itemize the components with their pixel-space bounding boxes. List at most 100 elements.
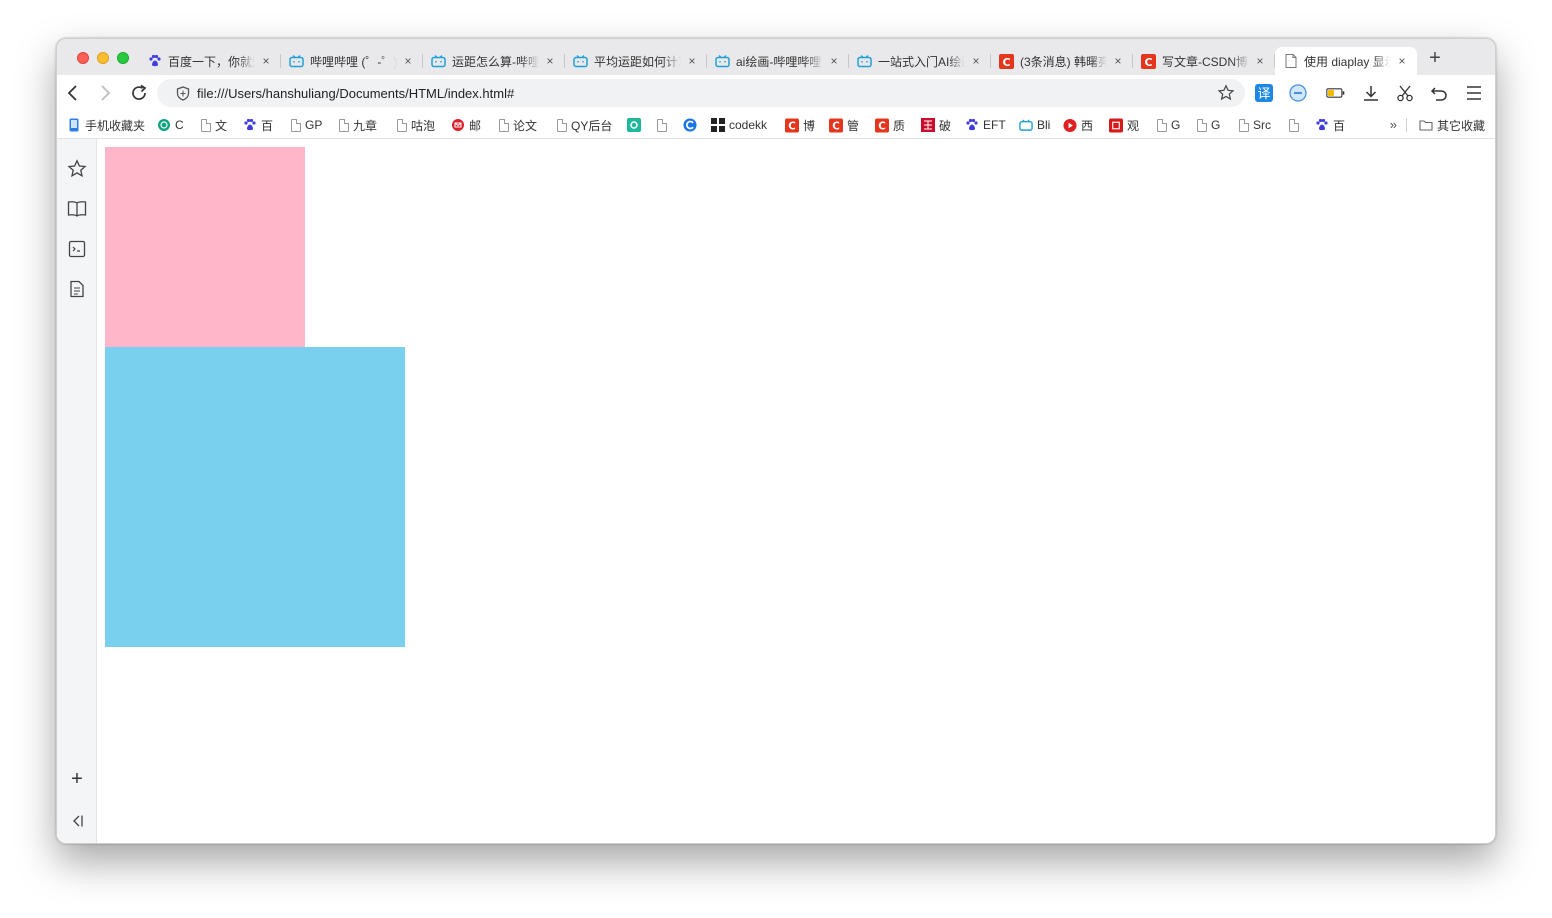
bookmark-label: G — [1171, 118, 1181, 132]
bookmark-label: GP — [305, 118, 323, 132]
tab-5[interactable]: 一站式入门AI绘画 × — [849, 47, 991, 75]
close-tab-icon[interactable]: × — [1395, 54, 1409, 68]
bookmarks-overflow-button[interactable]: » — [1390, 117, 1397, 132]
tab-1[interactable]: 哔哩哔哩 (゜-゜)つロ × — [281, 47, 423, 75]
tab-title: 平均运距如何计算 — [594, 54, 681, 69]
paw-icon — [243, 118, 257, 132]
menu-icon[interactable] — [1464, 83, 1484, 103]
bookmark-item[interactable]: C博 — [785, 116, 815, 134]
tab-7[interactable]: C 写文章-CSDN博客 × — [1133, 47, 1275, 75]
bookmark-item[interactable]: 百 — [1315, 116, 1345, 134]
document-icon — [657, 118, 667, 132]
bookmark-label: 九章 — [353, 118, 378, 133]
tab-0[interactable]: 百度一下，你就知道 × — [139, 47, 281, 75]
window-controls — [77, 52, 129, 64]
translate-extension-icon[interactable]: 译 — [1254, 83, 1274, 103]
document-icon — [1283, 54, 1298, 69]
page-content — [97, 139, 1495, 843]
close-tab-icon[interactable]: × — [827, 54, 841, 68]
close-tab-icon[interactable]: × — [543, 54, 557, 68]
collapse-sidebar-icon[interactable] — [67, 811, 87, 831]
new-tab-button[interactable]: + — [1423, 47, 1447, 71]
close-window-button[interactable] — [77, 52, 89, 64]
tab-title: 百度一下，你就知道 — [168, 54, 255, 69]
tab-4[interactable]: ai绘画-哔哩哔哩 × — [707, 47, 849, 75]
tab-3[interactable]: 平均运距如何计算 × — [565, 47, 707, 75]
download-icon[interactable] — [1361, 83, 1381, 103]
bilibili-icon — [431, 54, 446, 69]
bookmark-item[interactable]: 西 — [1063, 116, 1093, 134]
bookmark-item[interactable]: 论文 — [499, 116, 537, 134]
back-button[interactable] — [61, 81, 85, 105]
close-tab-icon[interactable]: × — [969, 54, 983, 68]
zoom-window-button[interactable] — [117, 52, 129, 64]
adblock-extension-icon[interactable] — [1288, 83, 1308, 103]
bookmark-label: 管 — [847, 118, 860, 133]
tab-6[interactable]: C (3条消息) 韩曙亮 × — [991, 47, 1133, 75]
bookmark-item[interactable]: C — [157, 116, 184, 134]
bookmark-star-icon[interactable] — [1217, 84, 1235, 102]
c-blue-icon — [683, 118, 697, 132]
document-icon — [1289, 118, 1299, 132]
undo-icon[interactable] — [1429, 83, 1449, 103]
close-tab-icon[interactable]: × — [1253, 54, 1267, 68]
url-input[interactable] — [197, 85, 1177, 101]
forward-button[interactable] — [93, 81, 117, 105]
bookmark-item[interactable]: Bli — [1019, 116, 1050, 134]
star-icon[interactable] — [67, 159, 87, 179]
tab-8[interactable]: 使用 diaplay 显示 × — [1275, 47, 1417, 75]
reload-icon — [132, 84, 147, 100]
screenshot-icon[interactable] — [67, 239, 87, 259]
document-icon — [397, 118, 407, 132]
bookmark-item[interactable]: 破 — [921, 116, 951, 134]
battery-icon[interactable] — [1326, 83, 1346, 103]
bookmark-item[interactable]: 邮 — [451, 116, 481, 134]
document-icon — [291, 118, 301, 132]
phone-icon — [67, 118, 81, 132]
bookmark-item[interactable]: EFT — [965, 116, 1006, 134]
csdn-icon: C — [829, 118, 843, 132]
add-panel-button[interactable]: + — [67, 768, 87, 790]
bookmark-item[interactable] — [657, 116, 671, 134]
notes-icon[interactable] — [67, 279, 87, 299]
tab-title: 哔哩哔哩 (゜-゜)つロ — [310, 54, 397, 69]
bookmark-item[interactable]: 百 — [243, 116, 273, 134]
other-bookmarks-label: 其它收藏 — [1437, 118, 1486, 133]
bookmark-item[interactable]: 九章 — [339, 116, 377, 134]
close-tab-icon[interactable]: × — [401, 54, 415, 68]
bookmark-label: 观 — [1127, 118, 1140, 133]
bookmark-item[interactable]: C管 — [829, 116, 859, 134]
bookmark-item[interactable]: 观 — [1109, 116, 1139, 134]
reload-button[interactable] — [127, 81, 151, 105]
bookmark-item[interactable]: codekk — [711, 116, 767, 134]
close-tab-icon[interactable]: × — [259, 54, 273, 68]
bookmark-item[interactable]: 文 — [201, 116, 227, 134]
arrow-left-icon — [67, 85, 77, 101]
bookmark-item[interactable]: 手机收藏夹 — [67, 116, 145, 134]
scissors-icon[interactable] — [1395, 83, 1415, 103]
document-icon — [201, 118, 211, 132]
paw-icon — [1315, 118, 1329, 132]
bookmark-item[interactable]: QY后台 — [557, 116, 612, 134]
bookmark-item[interactable]: C质 — [875, 116, 905, 134]
shield-icon[interactable] — [175, 85, 191, 101]
bookmark-item[interactable]: G — [1197, 116, 1220, 134]
document-icon — [1197, 118, 1207, 132]
address-bar[interactable] — [157, 79, 1245, 107]
blue-box — [105, 347, 405, 647]
close-tab-icon[interactable]: × — [1111, 54, 1125, 68]
close-tab-icon[interactable]: × — [685, 54, 699, 68]
folder-icon — [1419, 118, 1433, 132]
bookmark-item[interactable]: GP — [291, 116, 322, 134]
bookmark-item[interactable]: Src — [1239, 116, 1271, 134]
book-icon[interactable] — [67, 199, 87, 219]
grid-icon — [711, 118, 725, 132]
bookmark-item[interactable] — [1289, 116, 1303, 134]
bookmark-item[interactable] — [683, 116, 701, 134]
bookmark-item[interactable]: G — [1157, 116, 1180, 134]
bookmark-item[interactable] — [627, 116, 645, 134]
minimize-window-button[interactable] — [97, 52, 109, 64]
bookmark-item[interactable]: 咕泡 — [397, 116, 435, 134]
other-bookmarks-folder[interactable]: 其它收藏 — [1419, 116, 1485, 134]
tab-2[interactable]: 运距怎么算-哔哩哔哩 × — [423, 47, 565, 75]
